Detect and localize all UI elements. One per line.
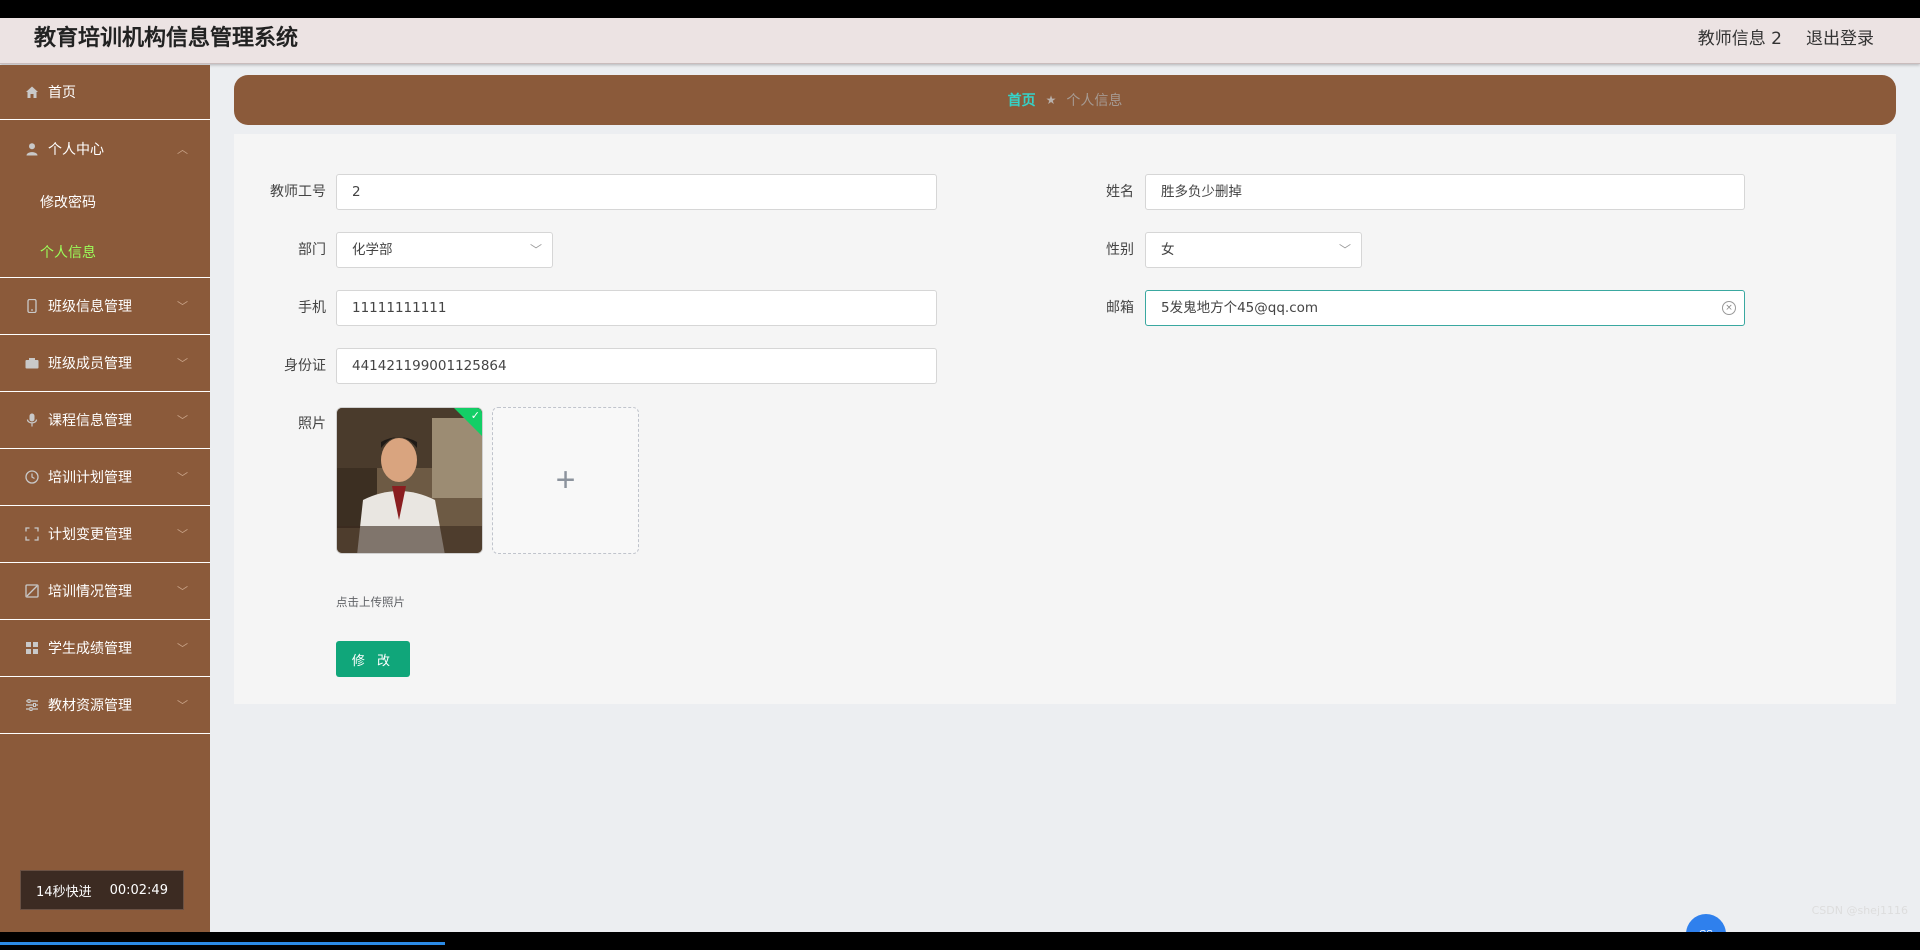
email-label: 邮箱	[1106, 300, 1134, 316]
clear-icon[interactable]: ×	[1722, 301, 1736, 315]
uploaded-photo-thumbnail[interactable]: ✓	[336, 407, 483, 554]
user-icon	[24, 141, 40, 157]
name-input[interactable]: 胜多负少删掉	[1145, 174, 1745, 210]
chevron-down-icon: ﹀	[529, 243, 542, 257]
sidebar-item-textbook-resources[interactable]: 教材资源管理 ﹀	[0, 677, 210, 734]
breadcrumb: 首页 ★ 个人信息	[234, 75, 1896, 125]
sidebar-item-training-status[interactable]: 培训情况管理 ﹀	[0, 563, 210, 620]
teacher-id-label: 教师工号	[270, 184, 326, 200]
sidebar-item-class-members[interactable]: 班级成员管理 ﹀	[0, 335, 210, 392]
chevron-down-icon: ﹀	[177, 528, 188, 541]
clock-icon	[24, 469, 40, 485]
sidebar-item-label: 班级信息管理	[48, 299, 132, 315]
upload-photo-tip: 点击上传照片	[336, 595, 405, 609]
chevron-down-icon: ﹀	[177, 414, 188, 427]
sidebar-item-plan-change[interactable]: 计划变更管理 ﹀	[0, 506, 210, 563]
photo-upload-button[interactable]: +	[492, 407, 639, 554]
department-label: 部门	[298, 242, 326, 258]
csdn-watermark: CSDN @shej1116	[1811, 904, 1908, 917]
header-actions: 教师信息 2 退出登录	[1698, 24, 1874, 54]
breadcrumb-home-link[interactable]: 首页	[1008, 90, 1036, 110]
sidebar-item-student-grades[interactable]: 学生成绩管理 ﹀	[0, 620, 210, 677]
sidebar-item-label: 班级成员管理	[48, 356, 132, 372]
camera-icon	[24, 355, 40, 371]
grid-icon	[24, 640, 40, 656]
sidebar-item-home[interactable]: 首页	[0, 65, 210, 120]
email-input[interactable]: 5发鬼地方个45@qq.com ×	[1145, 290, 1745, 326]
phone-input[interactable]: 11111111111	[336, 290, 937, 326]
star-icon: ★	[1045, 93, 1057, 107]
id-card-label: 身份证	[284, 358, 326, 374]
department-select[interactable]: 化学部 ﹀	[336, 232, 553, 268]
chevron-down-icon: ﹀	[177, 471, 188, 484]
check-icon: ✓	[470, 410, 480, 422]
fullscreen-icon	[24, 526, 40, 542]
submenu-personal-center: 修改密码 个人信息	[0, 177, 210, 278]
teacher-id-input[interactable]: 2	[336, 174, 937, 210]
sidebar: 首页 个人中心 ︿ 修改密码 个人信息 班级信息管理 ﹀ 班级成员管理 ﹀ 课程…	[0, 65, 210, 932]
sidebar-item-label: 课程信息管理	[48, 413, 132, 429]
plus-icon: +	[555, 461, 576, 499]
chevron-up-icon: ︿	[177, 142, 188, 156]
sidebar-item-class-info[interactable]: 班级信息管理 ﹀	[0, 278, 210, 335]
sidebar-item-label: 培训情况管理	[48, 584, 132, 600]
phone-label: 手机	[298, 300, 326, 316]
sidebar-item-label: 学生成绩管理	[48, 641, 132, 657]
sidebar-item-course-info[interactable]: 课程信息管理 ﹀	[0, 392, 210, 449]
home-icon	[24, 84, 40, 100]
chevron-down-icon: ﹀	[177, 585, 188, 598]
current-user-link[interactable]: 教师信息 2	[1698, 24, 1782, 54]
sidebar-item-label: 计划变更管理	[48, 527, 132, 543]
chevron-down-icon: ﹀	[177, 642, 188, 655]
microphone-icon	[24, 412, 40, 428]
gender-select-value: 女	[1161, 242, 1175, 258]
phone-icon	[24, 298, 40, 314]
sidebar-item-label: 教材资源管理	[48, 698, 132, 714]
sliders-icon	[24, 697, 40, 713]
chevron-down-icon: ﹀	[177, 300, 188, 313]
sidebar-item-label: 首页	[48, 85, 76, 101]
app-title: 教育培训机构信息管理系统	[34, 26, 299, 51]
logout-link[interactable]: 退出登录	[1806, 24, 1874, 54]
personal-info-form	[234, 134, 1896, 704]
app-window: 教育培训机构信息管理系统 教师信息 2 退出登录 首页 个人中心 ︿ 修改密码 …	[0, 18, 1920, 932]
breadcrumb-current: 个人信息	[1066, 93, 1123, 109]
sidebar-item-label: 培训计划管理	[48, 470, 132, 486]
sidebar-item-personal-center[interactable]: 个人中心 ︿	[0, 120, 210, 177]
name-label: 姓名	[1106, 184, 1134, 200]
sidebar-subitem-personal-info[interactable]: 个人信息	[0, 227, 210, 277]
slash-icon	[24, 583, 40, 599]
department-select-value: 化学部	[352, 242, 393, 258]
email-input-value: 5发鬼地方个45@qq.com	[1161, 300, 1319, 316]
playback-speed-text: 14秒快进	[36, 884, 92, 900]
video-progress-bar[interactable]	[0, 942, 445, 945]
sidebar-subitem-change-password[interactable]: 修改密码	[0, 177, 210, 227]
chevron-down-icon: ﹀	[1338, 243, 1351, 257]
photo-label: 照片	[298, 416, 326, 432]
chevron-down-icon: ﹀	[177, 357, 188, 370]
sidebar-item-training-plan[interactable]: 培训计划管理 ﹀	[0, 449, 210, 506]
top-header: 教育培训机构信息管理系统 教师信息 2 退出登录	[0, 18, 1920, 64]
modify-button[interactable]: 修 改	[336, 641, 410, 677]
chevron-down-icon: ﹀	[177, 699, 188, 712]
playback-time-text: 00:02:49	[109, 882, 168, 898]
sidebar-item-label: 个人中心	[48, 141, 104, 158]
teacher-photo-image	[337, 408, 482, 553]
video-playback-overlay: 14秒快进 00:02:49	[20, 870, 184, 910]
id-card-input[interactable]: 441421199001125864	[336, 348, 937, 384]
gender-label: 性别	[1106, 242, 1134, 258]
gender-select[interactable]: 女 ﹀	[1145, 232, 1362, 268]
ime-badge[interactable]: CS	[1686, 914, 1726, 932]
